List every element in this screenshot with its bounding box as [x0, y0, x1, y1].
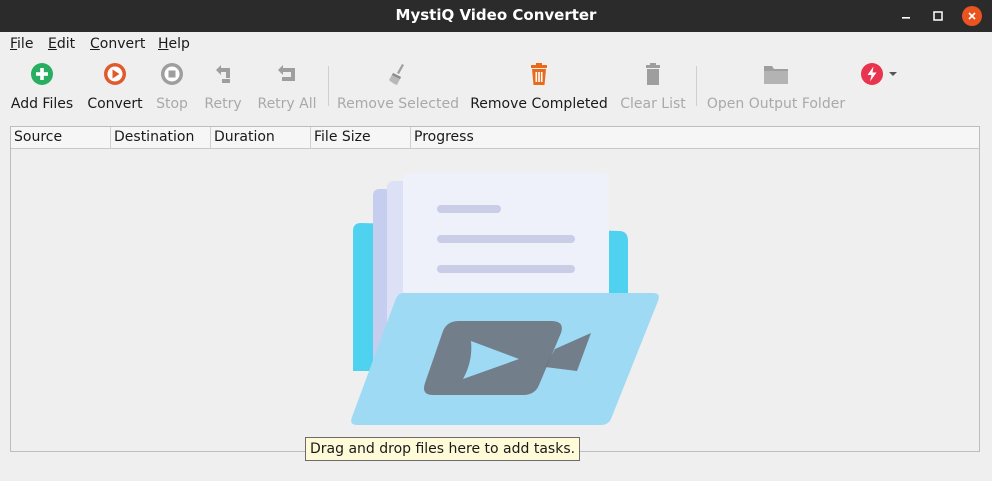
minimize-button[interactable] — [896, 6, 916, 26]
add-icon — [31, 63, 53, 85]
dropdown-arrow-icon — [888, 72, 897, 76]
stop-button[interactable]: Stop — [152, 60, 192, 114]
clear-list-button[interactable]: Clear List — [618, 60, 688, 114]
remove-selected-button[interactable]: Remove Selected — [336, 60, 460, 114]
retry-all-icon — [278, 65, 295, 81]
open-output-folder-label: Open Output Folder — [706, 96, 846, 112]
convert-label: Convert — [87, 96, 143, 112]
menu-convert[interactable]: Convert — [90, 35, 145, 53]
add-files-button[interactable]: Add Files — [8, 60, 76, 114]
column-header-progress[interactable]: Progress — [411, 127, 979, 149]
task-list[interactable]: Source Destination Duration File Size Pr… — [10, 126, 980, 452]
maximize-button[interactable] — [928, 6, 948, 26]
title-bar[interactable]: MystiQ Video Converter — [0, 0, 992, 32]
power-menu-button[interactable] — [856, 60, 900, 114]
remove-completed-label: Remove Completed — [470, 96, 608, 112]
trash-can-icon — [646, 63, 660, 85]
minimize-icon — [902, 17, 910, 19]
column-header-destination[interactable]: Destination — [111, 127, 211, 149]
window-title: MystiQ Video Converter — [395, 6, 597, 24]
empty-folder-illustration — [351, 173, 659, 425]
drag-drop-tooltip: Drag and drop files here to add tasks. — [305, 437, 581, 461]
menu-file[interactable]: File — [10, 35, 33, 53]
menu-help-label: elp — [168, 36, 190, 52]
toolbar: Add Files Convert Stop Retry Retry All R… — [0, 56, 992, 116]
menu-bar: File Edit Convert Help — [0, 32, 992, 56]
remove-selected-label: Remove Selected — [337, 96, 459, 112]
play-icon — [104, 63, 126, 85]
menu-edit-mnemonic: E — [48, 36, 57, 52]
task-list-header: Source Destination Duration File Size Pr… — [11, 127, 979, 149]
app-window: MystiQ Video Converter File Edit Convert… — [0, 0, 992, 481]
convert-button[interactable]: Convert — [84, 60, 146, 114]
retry-button[interactable]: Retry — [200, 60, 246, 114]
toolbar-separator — [696, 66, 697, 106]
power-bolt-icon — [860, 63, 883, 85]
menu-help-mnemonic: H — [158, 36, 169, 52]
stop-label: Stop — [156, 96, 188, 112]
maximize-icon — [933, 11, 943, 21]
remove-completed-button[interactable]: Remove Completed — [470, 60, 608, 114]
column-header-source[interactable]: Source — [11, 127, 111, 149]
open-output-folder-button[interactable]: Open Output Folder — [704, 60, 848, 114]
menu-file-label: ile — [17, 36, 34, 52]
close-button[interactable] — [962, 6, 982, 26]
retry-icon — [216, 65, 230, 83]
menu-convert-mnemonic: C — [90, 36, 100, 52]
menu-file-mnemonic: F — [10, 36, 18, 52]
menu-edit[interactable]: Edit — [48, 35, 75, 53]
toolbar-separator — [328, 66, 329, 106]
stop-icon — [161, 63, 183, 85]
broom-icon — [389, 64, 404, 85]
trash-icon — [531, 63, 547, 85]
retry-label: Retry — [204, 96, 242, 112]
column-header-file-size[interactable]: File Size — [311, 127, 411, 149]
close-icon — [968, 12, 976, 20]
retry-all-label: Retry All — [257, 96, 317, 112]
retry-all-button[interactable]: Retry All — [254, 60, 320, 114]
menu-convert-label: onvert — [99, 36, 146, 52]
clear-list-label: Clear List — [620, 96, 686, 112]
column-header-duration[interactable]: Duration — [211, 127, 311, 149]
menu-edit-label: dit — [56, 36, 76, 52]
menu-help[interactable]: Help — [158, 35, 190, 53]
add-files-label: Add Files — [10, 96, 74, 112]
folder-icon — [764, 66, 788, 84]
